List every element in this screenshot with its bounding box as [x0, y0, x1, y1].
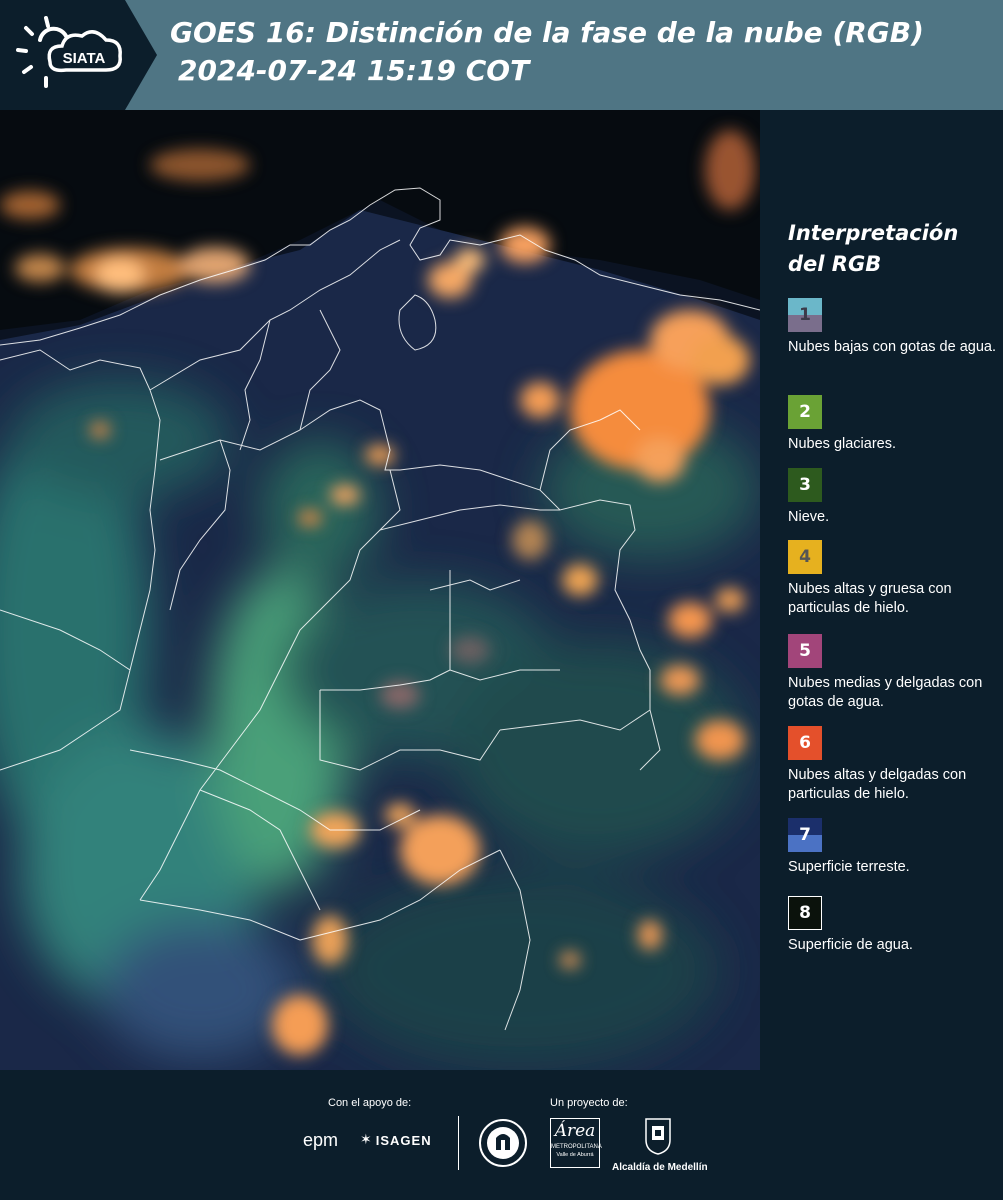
- legend-item-8: 8 Superficie de agua.: [788, 896, 998, 955]
- support-label: Con el apoyo de:: [328, 1097, 412, 1109]
- legend-item-7: 7 Superficie terreste.: [788, 818, 998, 877]
- footer: Con el apoyo de: Un proyecto de: epm ✶ I…: [0, 1070, 1003, 1200]
- siata-logo[interactable]: SIATA: [0, 0, 157, 110]
- medellin-text: Alcaldía de Medellín: [612, 1162, 708, 1173]
- title-line-1: GOES 16: Distinción de la fase de la nub…: [170, 16, 924, 49]
- legend-item-2: 2 Nubes glaciares.: [788, 395, 998, 454]
- isagen-mark-icon: ✶: [360, 1132, 372, 1148]
- area-line-1: METROPOLITANA: [551, 1144, 602, 1150]
- legend-swatch-6: 6: [788, 726, 822, 760]
- legend-item-5: 5 Nubes medias y delgadas con gotas de a…: [788, 634, 998, 712]
- medellin-shield-icon[interactable]: [643, 1116, 673, 1156]
- isagen-text: ISAGEN: [375, 1132, 432, 1148]
- legend-item-3: 3 Nieve.: [788, 468, 998, 527]
- legend-swatch-7: 7: [788, 818, 822, 852]
- project-label: Un proyecto de:: [550, 1097, 628, 1109]
- legend-swatch-5: 5: [788, 634, 822, 668]
- legend-label-4: Nubes altas y gruesa con particulas de h…: [788, 581, 952, 616]
- satellite-map[interactable]: [0, 110, 760, 1070]
- legend-label-5: Nubes medias y delgadas con gotas de agu…: [788, 675, 983, 710]
- legend-swatch-1: 1: [788, 298, 822, 332]
- legend-swatch-3: 3: [788, 468, 822, 502]
- sun-cloud-icon: SIATA: [16, 16, 122, 88]
- legend-swatch-4: 4: [788, 540, 822, 574]
- legend-swatch-8: 8: [788, 896, 822, 930]
- footer-divider: [458, 1116, 459, 1170]
- legend-label-7: Superficie terreste.: [788, 859, 910, 875]
- page-title: GOES 16: Distinción de la fase de la nub…: [170, 14, 924, 90]
- legend-label-8: Superficie de agua.: [788, 937, 913, 953]
- legend-panel: Interpretación del RGB 1 Nubes bajas con…: [760, 110, 1003, 1070]
- legend-item-4: 4 Nubes altas y gruesa con particulas de…: [788, 540, 998, 618]
- map-canvas: [0, 110, 760, 1070]
- area-script: Área: [554, 1121, 596, 1141]
- legend-label-3: Nieve.: [788, 509, 830, 525]
- legend-label-1: Nubes bajas con gotas de agua.: [788, 339, 996, 355]
- area-line-2: Valle de Aburrá: [556, 1152, 594, 1158]
- legend-item-6: 6 Nubes altas y delgadas con particulas …: [788, 726, 998, 804]
- legend-label-6: Nubes altas y delgadas con particulas de…: [788, 767, 967, 802]
- logo-text: SIATA: [63, 50, 106, 67]
- header-bar: SIATA GOES 16: Distinción de la fase de …: [0, 0, 1003, 110]
- title-line-2: 2024-07-24 15:19 COT: [178, 54, 530, 87]
- university-seal-icon[interactable]: [478, 1118, 528, 1168]
- isagen-logo[interactable]: ✶ ISAGEN: [360, 1132, 432, 1148]
- epm-logo[interactable]: epm: [303, 1130, 338, 1151]
- legend-swatch-2: 2: [788, 395, 822, 429]
- area-metropolitana-logo[interactable]: Área METROPOLITANA Valle de Aburrá: [550, 1118, 602, 1168]
- legend-title: Interpretación del RGB: [788, 221, 959, 276]
- legend-item-1: 1 Nubes bajas con gotas de agua.: [788, 298, 998, 357]
- legend-label-2: Nubes glaciares.: [788, 436, 896, 452]
